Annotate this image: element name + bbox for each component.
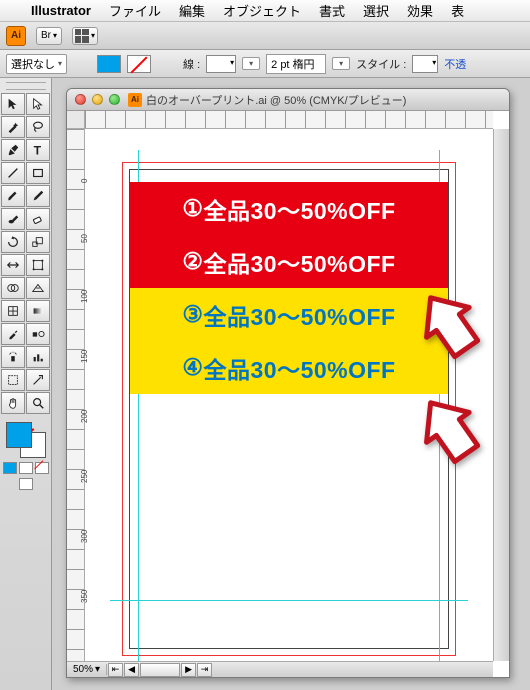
menu-type[interactable]: 書式: [310, 1, 354, 20]
banner-4[interactable]: ④全品30〜50%OFF: [130, 341, 448, 394]
arrange-documents-button[interactable]: ▾: [72, 27, 98, 45]
rotate-tool[interactable]: [1, 231, 25, 253]
mesh-tool[interactable]: [1, 300, 25, 322]
document-icon: Ai: [128, 93, 142, 107]
document-title: 白のオーバープリント.ai @ 50% (CMYK/プレビュー): [146, 92, 406, 108]
menu-edit[interactable]: 編集: [170, 1, 214, 20]
direct-selection-tool[interactable]: [26, 93, 50, 115]
zoom-tool[interactable]: [26, 392, 50, 414]
pen-tool[interactable]: [1, 139, 25, 161]
app-header: Ai Br▾ ▾: [0, 22, 530, 50]
menu-app[interactable]: Illustrator: [22, 3, 100, 18]
svg-text:T: T: [34, 143, 42, 157]
last-artboard-button[interactable]: ⇥: [197, 663, 212, 677]
system-menubar: Illustrator ファイル 編集 オブジェクト 書式 選択 効果 表: [0, 0, 530, 22]
magic-wand-tool[interactable]: [1, 116, 25, 138]
lasso-tool[interactable]: [26, 116, 50, 138]
minimize-button[interactable]: [92, 94, 103, 105]
none-mode-icon[interactable]: [35, 462, 49, 474]
fill-swatch[interactable]: [97, 55, 121, 73]
line-tool[interactable]: [1, 162, 25, 184]
fill-box[interactable]: [6, 422, 32, 448]
gradient-tool[interactable]: [26, 300, 50, 322]
perspective-grid-tool[interactable]: [26, 277, 50, 299]
color-mode-icon[interactable]: [3, 462, 17, 474]
symbol-sprayer-tool[interactable]: [1, 346, 25, 368]
screen-mode-row: [19, 478, 33, 490]
graphic-style-swatch[interactable]: ▾: [412, 55, 438, 73]
eyedropper-tool[interactable]: [1, 323, 25, 345]
stroke-weight-menu[interactable]: ▾: [242, 57, 260, 70]
document-window: Ai 白のオーバープリント.ai @ 50% (CMYK/プレビュー) 0 50…: [66, 88, 510, 678]
ruler-origin[interactable]: [67, 111, 85, 129]
blob-brush-tool[interactable]: [1, 208, 25, 230]
fill-stroke-control[interactable]: [4, 420, 48, 460]
pencil-tool[interactable]: [26, 185, 50, 207]
menu-effect[interactable]: 効果: [398, 1, 442, 20]
app-icon: Ai: [6, 26, 26, 46]
control-bar: 選択なし▾ 線 : ▾ ▾ 2 pt 楕円 ▾ スタイル : ▾ 不透: [0, 50, 530, 78]
bridge-button[interactable]: Br▾: [36, 27, 62, 45]
blend-tool[interactable]: [26, 323, 50, 345]
artboard-nav-field[interactable]: [140, 663, 180, 677]
artboard-tool[interactable]: [1, 369, 25, 391]
free-transform-tool[interactable]: [26, 254, 50, 276]
canvas-area: 0 50 100 150 200 250 300 350 ①全品30〜50%OF…: [67, 111, 509, 677]
screen-mode-icon[interactable]: [19, 478, 33, 490]
menu-file[interactable]: ファイル: [100, 1, 170, 20]
zoom-level[interactable]: 50%▾: [67, 664, 107, 675]
style-label: スタイル :: [356, 56, 406, 72]
type-tool[interactable]: T: [26, 139, 50, 161]
paintbrush-tool[interactable]: [1, 185, 25, 207]
stroke-label: 線 :: [183, 56, 200, 72]
status-bar: 50%▾ ⇤ ◀ ▶ ⇥: [67, 661, 493, 677]
stroke-color-swatch[interactable]: ▾: [206, 55, 236, 73]
ruler-vertical[interactable]: 0 50 100 150 200 250 300 350: [67, 129, 85, 661]
horizontal-guide: [110, 600, 468, 601]
scale-tool[interactable]: [26, 231, 50, 253]
next-artboard-button[interactable]: ▶: [181, 663, 196, 677]
rectangle-tool[interactable]: [26, 162, 50, 184]
artboard: ①全品30〜50%OFF ②全品30〜50%OFF ③全品30〜50%OFF ④…: [129, 169, 449, 649]
shape-builder-tool[interactable]: [1, 277, 25, 299]
stroke-profile-input[interactable]: 2 pt 楕円: [266, 54, 326, 74]
eraser-tool[interactable]: [26, 208, 50, 230]
banner-1[interactable]: ①全品30〜50%OFF: [130, 182, 448, 235]
color-mode-row: [3, 462, 49, 474]
close-button[interactable]: [75, 94, 86, 105]
vertical-scrollbar[interactable]: [493, 129, 509, 661]
stroke-profile-menu[interactable]: ▾: [332, 57, 350, 70]
gradient-mode-icon[interactable]: [19, 462, 33, 474]
menu-view[interactable]: 表: [442, 1, 473, 20]
workspace: T: [0, 78, 530, 690]
column-graph-tool[interactable]: [26, 346, 50, 368]
opacity-label-truncated[interactable]: 不透: [444, 56, 466, 72]
selection-indicator[interactable]: 選択なし▾: [6, 54, 67, 74]
annotation-arrow-1: [415, 284, 485, 364]
prev-artboard-button[interactable]: ◀: [124, 663, 139, 677]
window-titlebar[interactable]: Ai 白のオーバープリント.ai @ 50% (CMYK/プレビュー): [67, 89, 509, 111]
width-tool[interactable]: [1, 254, 25, 276]
hand-tool[interactable]: [1, 392, 25, 414]
first-artboard-button[interactable]: ⇤: [108, 663, 123, 677]
banner-2[interactable]: ②全品30〜50%OFF: [130, 235, 448, 288]
zoom-button[interactable]: [109, 94, 120, 105]
stroke-swatch[interactable]: [127, 55, 151, 73]
tools-panel: T: [0, 78, 52, 690]
canvas[interactable]: ①全品30〜50%OFF ②全品30〜50%OFF ③全品30〜50%OFF ④…: [85, 129, 493, 661]
banner-3[interactable]: ③全品30〜50%OFF: [130, 288, 448, 341]
annotation-arrow-2: [415, 389, 485, 469]
menu-object[interactable]: オブジェクト: [214, 1, 310, 20]
selection-tool[interactable]: [1, 93, 25, 115]
ruler-horizontal[interactable]: [85, 111, 493, 129]
slice-tool[interactable]: [26, 369, 50, 391]
panel-grip[interactable]: [6, 82, 46, 90]
menu-select[interactable]: 選択: [354, 1, 398, 20]
